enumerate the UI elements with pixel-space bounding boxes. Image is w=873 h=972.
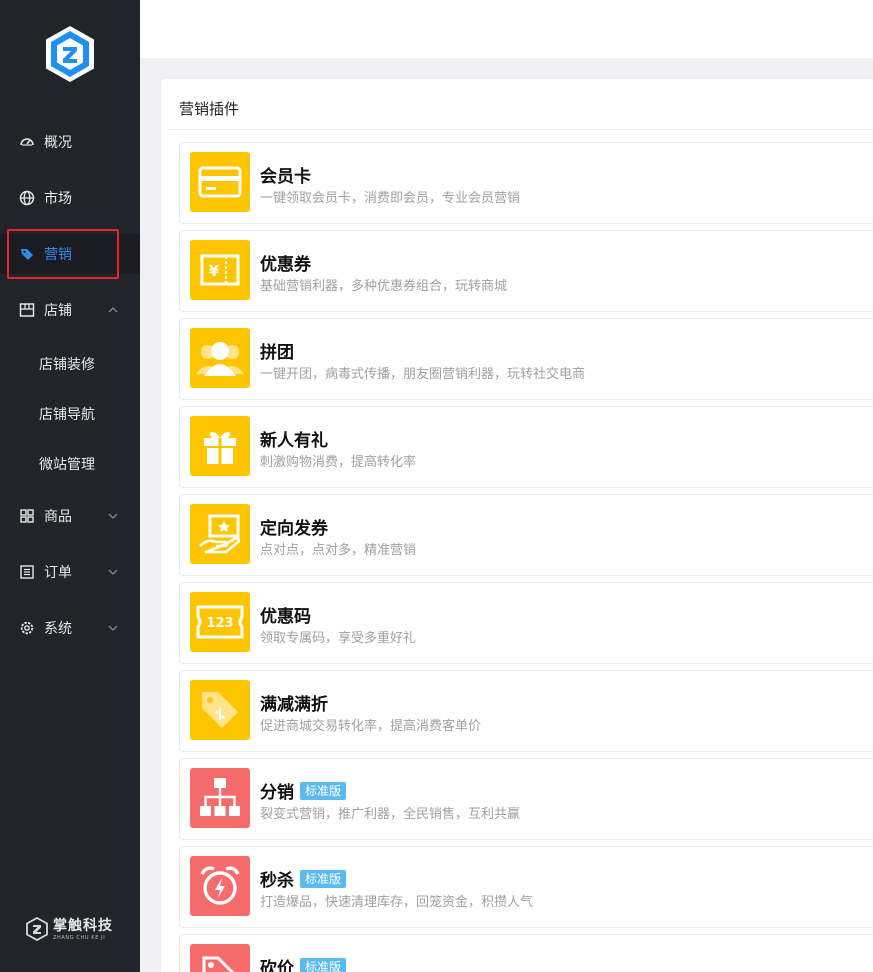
coupon-icon: ¥: [190, 240, 250, 300]
plugin-name: 定向发券: [260, 519, 328, 539]
brand-subtitle: ZHANG CHU KE JI: [53, 935, 106, 941]
plugin-card-newcomer-gift[interactable]: 新人有礼 刺激购物消费，提高转化率: [179, 406, 873, 488]
plugin-card-flash-sale[interactable]: 秒杀 标准版 打造爆品，快速清理库存，回笼资金，积攒人气: [179, 846, 873, 928]
plugin-card-membership[interactable]: 会员卡 一键领取会员卡，消费即会员，专业会员营销: [179, 142, 873, 224]
distribution-icon: [190, 768, 250, 828]
globe-icon: [19, 190, 35, 206]
promo-code-text: 123: [206, 616, 233, 631]
sidebar-item-label: 订单: [44, 565, 72, 581]
sidebar-item-overview[interactable]: 概况: [0, 122, 140, 162]
highlight-box: [7, 229, 119, 279]
plugin-name: 优惠码: [260, 607, 311, 627]
brand-mark-icon: [26, 917, 48, 941]
plugin-description: 打造爆品，快速清理库存，回笼资金，积攒人气: [260, 895, 534, 910]
chevron-down-icon: [108, 569, 118, 575]
plugin-description: 领取专属码，享受多重好礼: [260, 631, 417, 646]
sidebar-item-label: 市场: [44, 191, 72, 207]
promo-code-icon: 123: [190, 592, 250, 652]
sidebar-item-system[interactable]: 系统: [0, 608, 140, 648]
sidebar-item-store[interactable]: 店铺: [0, 290, 140, 330]
plugin-description: 一键领取会员卡，消费即会员，专业会员营销: [260, 191, 521, 206]
plugin-card-directed-coupon[interactable]: 定向发券 点对点，点对多，精准营销: [179, 494, 873, 576]
grid-icon: [19, 508, 35, 524]
version-badge: 标准版: [300, 781, 347, 800]
sidebar-item-label: 概况: [44, 135, 72, 151]
chevron-down-icon: [108, 513, 118, 519]
version-badge: 标准版: [300, 957, 347, 972]
brand-name: 掌触科技: [53, 918, 113, 934]
top-bar: [140, 0, 873, 58]
plugin-name: 拼团: [260, 343, 294, 363]
plugin-name: 秒杀 标准版: [260, 866, 347, 891]
sidebar: 概况 市场 营销 店铺 店铺装修 店铺导航 微站管理 商品 订单 系统 掌触科技…: [0, 0, 140, 972]
plugin-card-promo-code[interactable]: 123 优惠码 领取专属码，享受多重好礼: [179, 582, 873, 664]
sidebar-item-label: 商品: [44, 509, 72, 525]
plugin-description: 刺激购物消费，提高转化率: [260, 455, 417, 470]
plugin-card-coupon[interactable]: ¥ 优惠券 基础营销利器，多种优惠券组合，玩转商城: [179, 230, 873, 312]
plugin-card-bargain[interactable]: 砍价 标准版: [179, 934, 873, 972]
plugin-description: 点对点，点对多，精准营销: [260, 543, 417, 558]
page-title: 营销插件: [179, 100, 240, 118]
plugin-name: 会员卡: [260, 167, 311, 187]
brand-logo: 掌触科技 ZHANG CHU KE JI: [26, 915, 120, 945]
sidebar-item-goods[interactable]: 商品: [0, 496, 140, 536]
plugin-description: 裂变式营销，推广利器，全民销售，互利共赢: [260, 807, 521, 822]
plugin-name: 砍价 标准版: [260, 954, 347, 972]
plugin-name: 新人有礼: [260, 431, 328, 451]
bargain-icon: [190, 944, 250, 972]
chevron-down-icon: [108, 625, 118, 631]
list-icon: [19, 564, 35, 580]
plugin-description: 一键开团，病毒式传播，朋友圈营销利器，玩转社交电商: [260, 367, 586, 382]
plugin-name: 优惠券: [260, 255, 311, 275]
plugin-card-group-buy[interactable]: 拼团 一键开团，病毒式传播，朋友圈营销利器，玩转社交电商: [179, 318, 873, 400]
sidebar-subitem-store-navigation[interactable]: 店铺导航: [39, 404, 95, 424]
plugin-panel: 营销插件 会员卡 一键领取会员卡，消费即会员，专业会员营销 ¥ 优惠券 基础营销…: [161, 79, 873, 972]
plugin-card-distribution[interactable]: 分销 标准版 裂变式营销，推广利器，全民销售，互利共赢: [179, 758, 873, 840]
membership-card-icon: [190, 152, 250, 212]
dashboard-icon: [19, 134, 35, 150]
store-icon: [19, 302, 35, 318]
directed-coupon-icon: [190, 504, 250, 564]
gear-icon: [19, 620, 35, 636]
logo-icon[interactable]: [43, 24, 97, 84]
plugin-description: 促进商城交易转化率，提高消费客单价: [260, 719, 482, 734]
sidebar-item-label: 系统: [44, 621, 72, 637]
plugin-card-full-reduction[interactable]: 满减满折 促进商城交易转化率，提高消费客单价: [179, 670, 873, 752]
plugin-name: 满减满折: [260, 695, 328, 715]
sidebar-item-market[interactable]: 市场: [0, 178, 140, 218]
divider: [167, 129, 873, 130]
gift-icon: [190, 416, 250, 476]
group-buy-icon: [190, 328, 250, 388]
svg-text:¥: ¥: [209, 262, 220, 280]
sidebar-item-orders[interactable]: 订单: [0, 552, 140, 592]
plugin-name: 分销 标准版: [260, 778, 347, 803]
plugin-description: 基础营销利器，多种优惠券组合，玩转商城: [260, 279, 508, 294]
sidebar-subitem-store-decoration[interactable]: 店铺装修: [39, 354, 95, 374]
alarm-clock-icon: [190, 856, 250, 916]
sidebar-item-label: 店铺: [44, 303, 72, 319]
discount-tag-icon: [190, 680, 250, 740]
sidebar-subitem-microsite-management[interactable]: 微站管理: [39, 454, 95, 474]
version-badge: 标准版: [300, 869, 347, 888]
chevron-up-icon: [108, 307, 118, 313]
